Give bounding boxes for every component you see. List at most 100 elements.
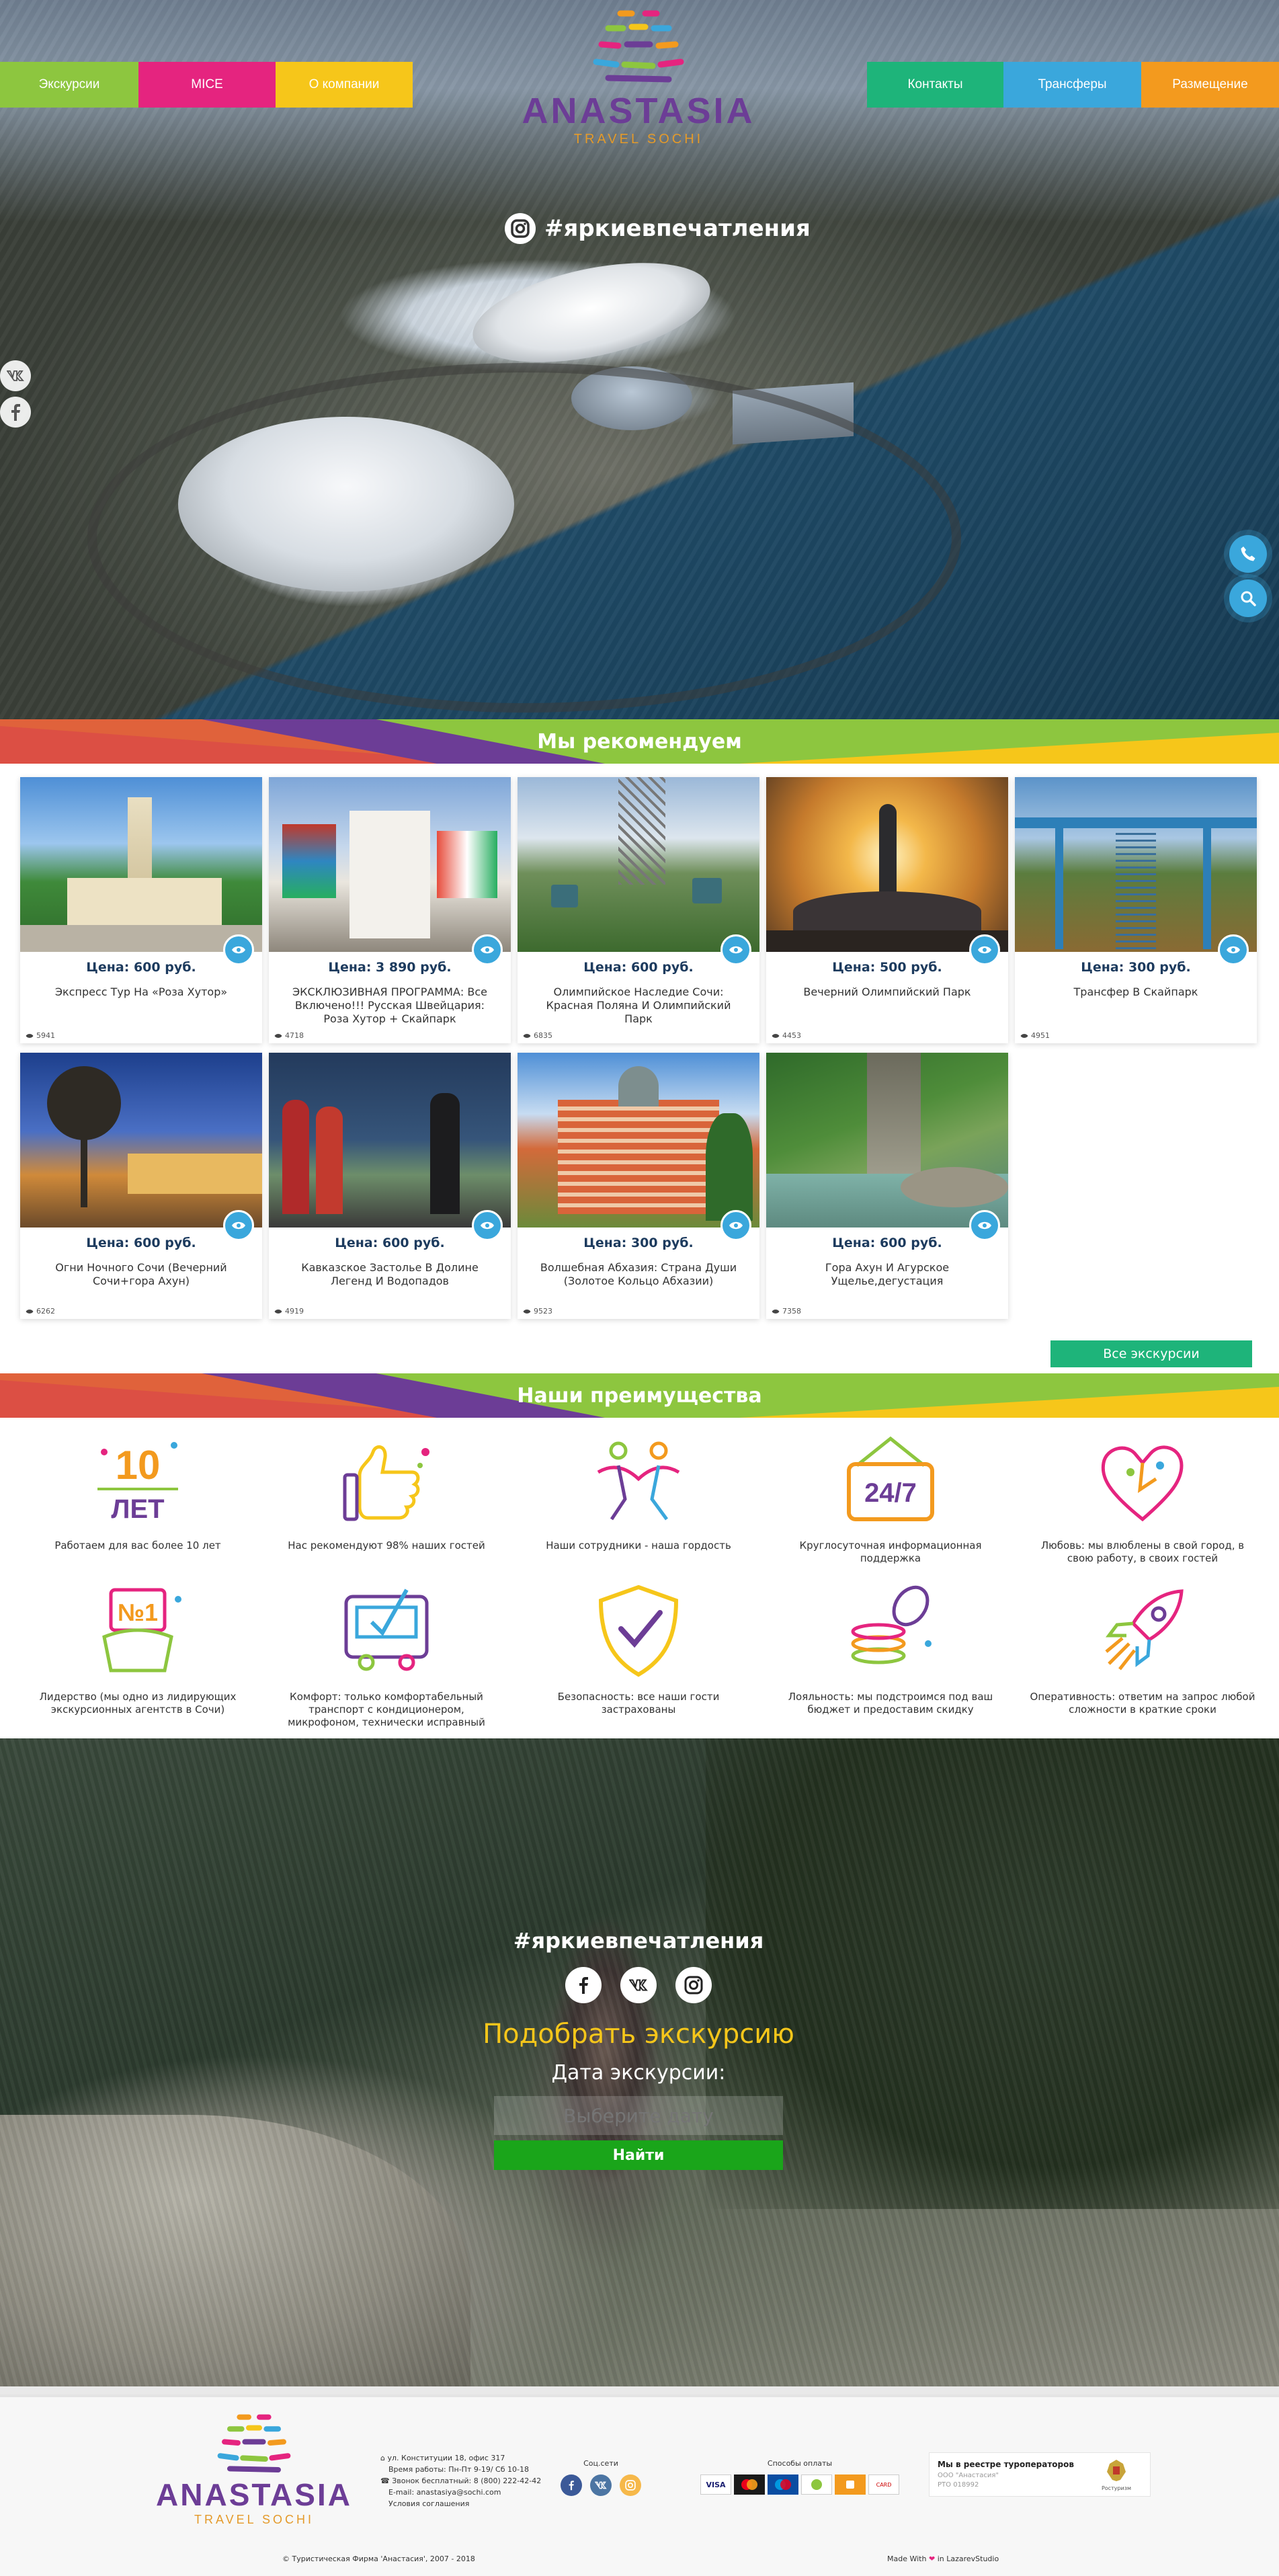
card-icon: CARD bbox=[868, 2474, 899, 2495]
visa-icon: VISA bbox=[700, 2474, 731, 2495]
registry-org: Ростуризм bbox=[1101, 2485, 1132, 2491]
tour-views-count: 5941 bbox=[36, 1031, 55, 1040]
hero-banner: Экскурсии MICE О компании Контакты Транс… bbox=[0, 0, 1279, 719]
eye-small-icon bbox=[26, 1033, 34, 1038]
tour-price: Цена: 500 руб. bbox=[832, 960, 942, 975]
advantage-label: Круглосуточная информационная поддержка bbox=[799, 1539, 982, 1564]
tour-name[interactable]: Кавказское Застолье В Долине Легенд И Во… bbox=[282, 1261, 497, 1288]
tour-card[interactable]: Цена: 600 руб. Олимпийское Наследие Сочи… bbox=[518, 777, 759, 1043]
advantage-label: Работаем для вас более 10 лет bbox=[54, 1539, 221, 1552]
tour-views: 4718 bbox=[274, 1031, 304, 1040]
find-button[interactable]: Найти bbox=[494, 2140, 783, 2170]
bus-icon bbox=[344, 1588, 429, 1671]
tour-card[interactable]: Цена: 500 руб. Вечерний Олимпийский Парк… bbox=[766, 777, 1008, 1043]
made-with-text: Made With bbox=[887, 2554, 927, 2563]
tour-views-count: 4919 bbox=[285, 1307, 304, 1316]
date-input[interactable] bbox=[494, 2096, 783, 2135]
rocket-icon bbox=[1105, 1589, 1184, 1671]
tour-registry-badge[interactable]: Мы в реестре туроператоров ООО "Анастаси… bbox=[929, 2452, 1151, 2497]
hero-hashtag-text: #яркиевпечатления bbox=[544, 215, 811, 242]
tour-name[interactable]: Волшебная Абхазия: Страна Души (Золотое … bbox=[531, 1261, 746, 1288]
nav-excursions[interactable]: Экскурсии bbox=[0, 62, 138, 108]
footer-instagram-button[interactable] bbox=[620, 2474, 641, 2496]
tour-card[interactable]: Цена: 300 руб. Трансфер В Скайпарк 4951 bbox=[1015, 777, 1257, 1043]
cta-vk-button[interactable] bbox=[620, 1967, 657, 2003]
maestro-icon bbox=[768, 2474, 798, 2495]
tour-views: 4919 bbox=[274, 1307, 304, 1316]
svg-text:24/7: 24/7 bbox=[864, 1478, 917, 1508]
advantage-loyalty: Лояльность: мы подстроимся под ваш бюдже… bbox=[776, 1576, 1005, 1716]
footer-copyright: © Туристическая Фирма 'Анастасия', 2007 … bbox=[282, 2554, 475, 2563]
footer-social: Соц.сети bbox=[547, 2459, 655, 2496]
cta-rock bbox=[0, 2115, 470, 2386]
eye-small-icon bbox=[26, 1309, 34, 1314]
search-icon bbox=[1241, 591, 1256, 606]
all-excursions-button[interactable]: Все экскурсии bbox=[1050, 1340, 1252, 1367]
side-vk-button[interactable] bbox=[0, 360, 31, 391]
cta-instagram-button[interactable] bbox=[675, 1967, 712, 2003]
advantage-label: Нас рекомендуют 98% наших гостей bbox=[288, 1539, 485, 1552]
tour-views: 9523 bbox=[523, 1307, 552, 1316]
logo-wordmark: ANASTASIA bbox=[522, 91, 755, 131]
footer-logo[interactable]: ANASTASIA TRAVEL SOCHI bbox=[153, 2411, 355, 2538]
coat-of-arms-icon bbox=[1107, 2460, 1126, 2481]
footer-email[interactable]: E-mail: anastasiya@sochi.com bbox=[380, 2487, 575, 2498]
tour-name[interactable]: Вечерний Олимпийский Парк bbox=[780, 985, 995, 999]
nav-accommodation[interactable]: Размещение bbox=[1141, 62, 1279, 108]
tour-name[interactable]: Олимпийское Наследие Сочи: Красная Полян… bbox=[531, 985, 746, 1026]
tour-name[interactable]: Трансфер В Скайпарк bbox=[1028, 985, 1243, 999]
tour-name[interactable]: Огни Ночного Сочи (Вечерний Сочи+гора Ах… bbox=[34, 1261, 249, 1288]
call-button[interactable] bbox=[1229, 535, 1267, 573]
tour-card[interactable]: Цена: 600 руб. Экспресс Тур На «Роза Хут… bbox=[20, 777, 262, 1043]
advantage-label: Комфорт: только комфортабельный транспор… bbox=[288, 1691, 485, 1728]
ten-years-icon: 10 ЛЕТ bbox=[97, 1442, 178, 1524]
team-icon bbox=[597, 1441, 680, 1521]
advantage-love: Любовь: мы влюблены в свой город, в свою… bbox=[1028, 1425, 1257, 1565]
footer-logo-word: ANASTASIA bbox=[156, 2477, 352, 2512]
tour-views-count: 6262 bbox=[36, 1307, 55, 1316]
footer-made-with[interactable]: Made With ❤ in LazarevStudio bbox=[887, 2554, 999, 2563]
nav-transfers[interactable]: Трансферы bbox=[1003, 62, 1141, 108]
search-button[interactable] bbox=[1229, 579, 1267, 617]
tour-name[interactable]: Гора Ахун И Агурское Ущелье,дегустация bbox=[780, 1261, 995, 1288]
facebook-icon bbox=[579, 1977, 588, 1994]
eye-small-icon bbox=[274, 1309, 282, 1314]
instagram-icon bbox=[625, 2480, 636, 2491]
footer-address: ⌂ ул. Конституции 18, офис 317 bbox=[380, 2454, 505, 2462]
tour-name[interactable]: ЭКСКЛЮЗИВНАЯ ПРОГРАММА: Все Включено!!! … bbox=[282, 985, 497, 1026]
eye-small-icon bbox=[772, 1033, 780, 1038]
eye-small-icon bbox=[1020, 1033, 1028, 1038]
footer-facebook-button[interactable] bbox=[561, 2474, 582, 2496]
nav-mice[interactable]: MICE bbox=[138, 62, 276, 108]
tour-card[interactable]: Цена: 600 руб. Кавказское Застолье В Дол… bbox=[269, 1053, 511, 1319]
number-one-icon: №1 bbox=[102, 1588, 181, 1673]
main-nav-left: Экскурсии MICE О компании bbox=[0, 62, 413, 108]
advantage-experience: 10 ЛЕТ Работаем для вас более 10 лет bbox=[24, 1425, 252, 1552]
footer-payments: Способы оплаты VISA CARD bbox=[699, 2459, 901, 2495]
tour-card[interactable]: Цена: 600 руб. Огни Ночного Сочи (Вечерн… bbox=[20, 1053, 262, 1319]
eye-icon bbox=[978, 946, 991, 954]
footer-vk-button[interactable] bbox=[590, 2474, 612, 2496]
side-facebook-button[interactable] bbox=[0, 397, 31, 428]
hero-road-ring bbox=[87, 363, 961, 713]
nav-contacts[interactable]: Контакты bbox=[867, 62, 1003, 108]
cta-facebook-button[interactable] bbox=[565, 1967, 602, 2003]
advantage-comfort: Комфорт: только комфортабельный транспор… bbox=[272, 1576, 501, 1729]
footer-contacts: ⌂ ул. Конституции 18, офис 317 Время раб… bbox=[380, 2452, 575, 2509]
tour-price: Цена: 600 руб. bbox=[86, 960, 196, 975]
tour-card[interactable]: Цена: 600 руб. Гора Ахун И Агурское Ущел… bbox=[766, 1053, 1008, 1319]
hero-hashtag[interactable]: #яркиевпечатления bbox=[504, 210, 811, 247]
nav-about[interactable]: О компании bbox=[276, 62, 413, 108]
footer-terms[interactable]: Условия соглашения bbox=[380, 2498, 575, 2509]
advantage-support: 24/7 Круглосуточная информационная подде… bbox=[776, 1425, 1005, 1565]
eye-small-icon bbox=[772, 1309, 780, 1314]
tour-card[interactable]: Цена: 3 890 руб. ЭКСКЛЮЗИВНАЯ ПРОГРАММА:… bbox=[269, 777, 511, 1043]
footer-phone[interactable]: ☎ Звонок бесплатный: 8 (800) 222-42-42 bbox=[380, 2475, 575, 2487]
tour-views-count: 4951 bbox=[1031, 1031, 1050, 1040]
site-logo[interactable]: ANASTASIA TRAVEL SOCHI bbox=[518, 5, 759, 167]
tour-name[interactable]: Экспресс Тур На «Роза Хутор» bbox=[34, 985, 249, 999]
tour-card[interactable]: Цена: 300 руб. Волшебная Абхазия: Страна… bbox=[518, 1053, 759, 1319]
tour-views: 4453 bbox=[772, 1031, 801, 1040]
cta-social-row bbox=[470, 1967, 807, 2005]
tour-image bbox=[269, 1053, 511, 1227]
